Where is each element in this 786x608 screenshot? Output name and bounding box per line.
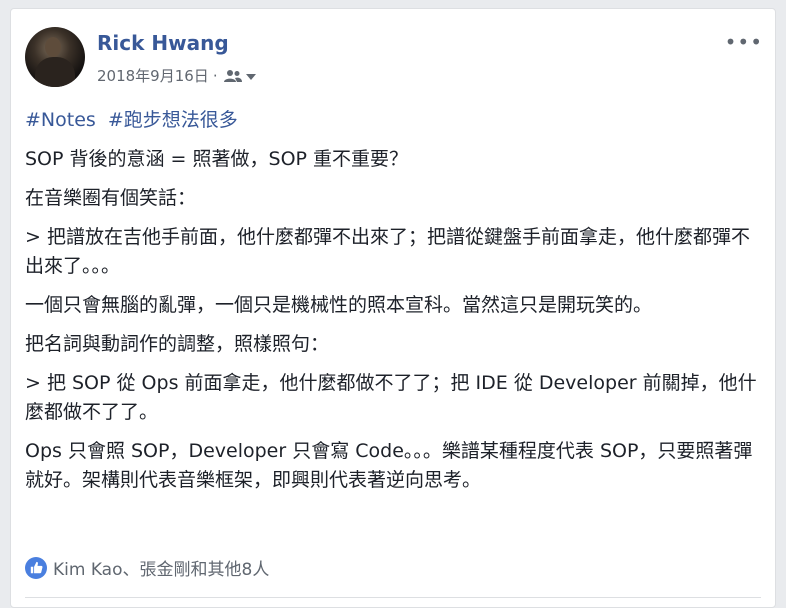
reactions-summary[interactable]: Kim Kao、張金剛和其他8人 xyxy=(25,555,269,580)
like-icon xyxy=(25,556,47,579)
post-paragraph: 一個只會無腦的亂彈，一個只是機械性的照本宣科。當然這只是開玩笑的。 xyxy=(25,294,653,316)
post-paragraph: > 把 SOP 從 Ops 前面拿走，他什麼都做不了了；把 IDE 從 Deve… xyxy=(25,372,757,423)
post-paragraph: > 把譜放在吉他手前面，他什麼都彈不出來了；把譜從鍵盤手前面拿走，他什麼都彈不出… xyxy=(25,226,750,277)
meta-separator: · xyxy=(212,66,218,85)
hashtag-notes[interactable]: #Notes xyxy=(25,109,96,131)
post-meta: 2018年9月16日 · xyxy=(97,65,256,86)
post-paragraph: SOP 背後的意涵 = 照著做，SOP 重不重要？ xyxy=(25,148,409,170)
friends-icon[interactable] xyxy=(223,67,256,85)
avatar-head xyxy=(45,37,61,57)
divider xyxy=(25,597,761,598)
hashtags: #Notes #跑步想法很多 xyxy=(25,105,244,132)
post-body: SOP 背後的意涵 = 照著做，SOP 重不重要？ 在音樂圈有個笑話： > 把譜… xyxy=(25,145,765,505)
post-paragraph: 在音樂圈有個笑話： xyxy=(25,187,197,209)
more-options-button[interactable]: ••• xyxy=(725,32,763,52)
post-paragraph: Ops 只會照 SOP，Developer 只會寫 Code。。。樂譜某種程度代… xyxy=(25,440,753,491)
post-paragraph: 把名詞與動詞作的調整，照樣照句： xyxy=(25,333,330,355)
avatar[interactable] xyxy=(25,27,85,87)
hashtag-running[interactable]: #跑步想法很多 xyxy=(108,109,238,131)
author-name[interactable]: Rick Hwang xyxy=(97,31,229,55)
reactions-text[interactable]: Kim Kao、張金剛和其他8人 xyxy=(53,555,269,580)
chevron-down-icon[interactable] xyxy=(245,67,256,85)
post-card: Rick Hwang 2018年9月16日 · ••• #Notes #跑步想法… xyxy=(10,8,776,608)
avatar-body xyxy=(35,57,75,87)
post-date[interactable]: 2018年9月16日 xyxy=(97,65,209,86)
